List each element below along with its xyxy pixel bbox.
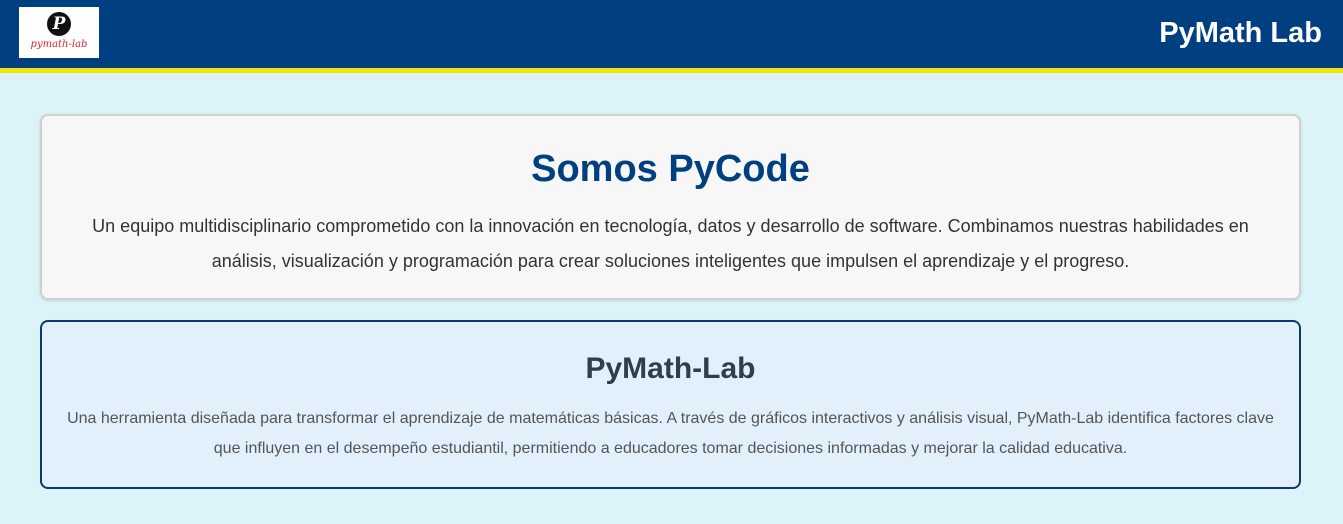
about-description: Un equipo multidisciplinario comprometid… [92, 216, 1249, 271]
product-title: PyMath-Lab [585, 352, 756, 385]
about-card: Somos PyCode Un equipo multidisciplinari… [40, 114, 1301, 300]
logo[interactable]: P pymath-lab [19, 7, 99, 58]
site-header: P pymath-lab PyMath Lab [0, 0, 1343, 73]
p-monogram-icon: P [47, 12, 71, 36]
product-description: Una herramienta diseñada para transforma… [67, 410, 1274, 457]
about-title: Somos PyCode [531, 148, 810, 190]
logo-text: pymath-lab [30, 39, 88, 50]
product-card: PyMath-Lab Una herramienta diseñada para… [40, 320, 1301, 489]
app-title: PyMath Lab [1159, 17, 1322, 49]
